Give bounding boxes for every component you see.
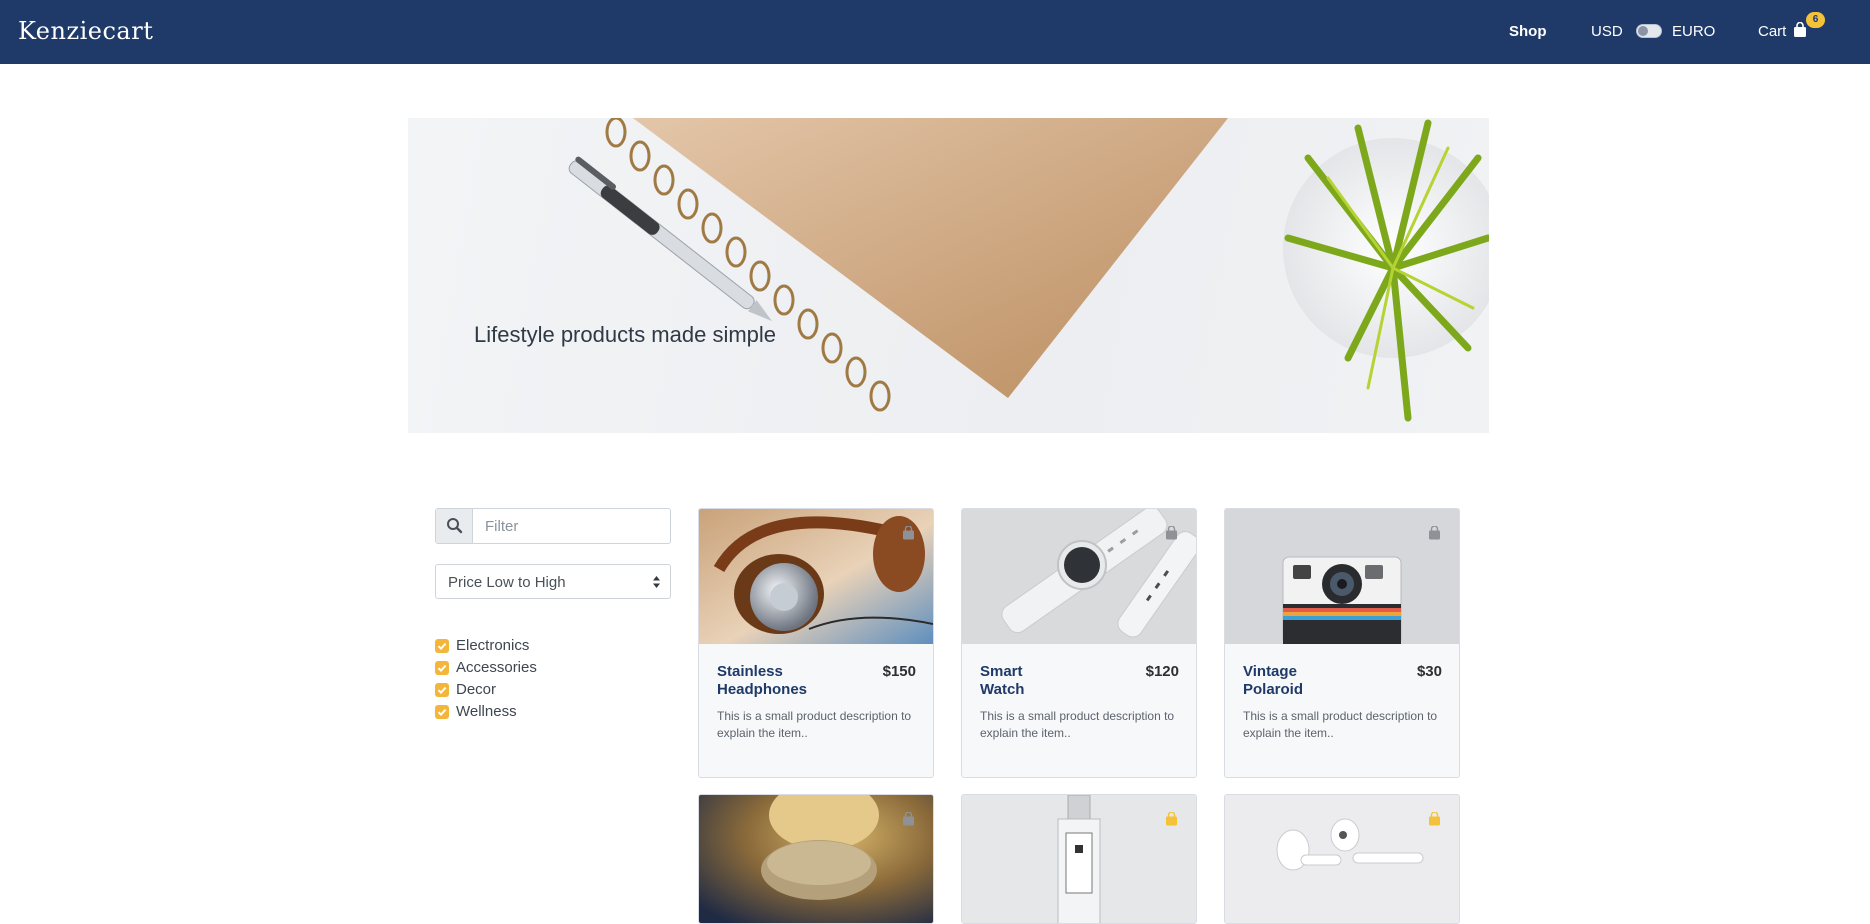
product-card[interactable]: Vintage Polaroid $30 This is a small pro… — [1224, 508, 1460, 778]
category-electronics[interactable]: Electronics — [435, 636, 635, 658]
product-image-headphones[interactable] — [699, 509, 933, 644]
search-icon — [447, 518, 463, 534]
product-name[interactable]: Vintage Polaroid — [1243, 663, 1323, 699]
product-name[interactable]: Smart Watch — [980, 663, 1050, 699]
category-wellness[interactable]: Wellness — [435, 702, 635, 724]
sort-select[interactable]: Price Low to High — [435, 564, 671, 599]
add-to-cart-bag-icon[interactable] — [1165, 812, 1178, 826]
toggle-knob — [1638, 26, 1648, 36]
hero-image — [568, 118, 1489, 422]
product-price: $30 — [1416, 663, 1442, 680]
product-description: This is a small product description to e… — [717, 709, 912, 740]
category-accessories[interactable]: Accessories — [435, 658, 635, 680]
add-to-cart-bag-icon[interactable] — [1428, 812, 1441, 826]
sort-selected-value: Price Low to High — [448, 574, 566, 591]
product-card[interactable]: Smart Watch $120 This is a small product… — [961, 508, 1197, 778]
product-description: This is a small product description to e… — [1243, 709, 1438, 740]
hero-title: Lifestyle products made simple — [474, 322, 777, 347]
filter-search-group — [435, 508, 671, 544]
category-label: Wellness — [456, 703, 517, 720]
product-image-smart-watch[interactable] — [962, 509, 1196, 644]
checkbox-checked-icon[interactable] — [435, 639, 449, 653]
product-image-polaroid[interactable] — [1225, 509, 1459, 644]
product-card[interactable]: Stainless Headphones $150 This is a smal… — [698, 508, 934, 778]
top-navbar: Kenziecart Shop USD EURO Cart 6 — [0, 0, 1870, 64]
checkbox-checked-icon[interactable] — [435, 705, 449, 719]
search-addon — [436, 509, 473, 543]
cart-count-badge: 6 — [1806, 12, 1825, 28]
add-to-cart-bag-icon[interactable] — [1165, 526, 1178, 540]
category-label: Accessories — [456, 659, 537, 676]
category-decor[interactable]: Decor — [435, 680, 635, 702]
currency-euro-label: EURO — [1672, 23, 1716, 40]
checkbox-checked-icon[interactable] — [435, 661, 449, 675]
add-to-cart-bag-icon[interactable] — [902, 812, 915, 826]
nav-shop-link[interactable]: Shop — [1509, 23, 1547, 40]
add-to-cart-bag-icon[interactable] — [902, 526, 915, 540]
currency-toggle[interactable] — [1636, 24, 1662, 38]
nav-cart-link[interactable]: Cart — [1758, 23, 1786, 40]
category-label: Decor — [456, 681, 497, 698]
shopping-bag-icon[interactable] — [1793, 22, 1807, 38]
currency-usd-label: USD — [1591, 23, 1623, 40]
brand-logo[interactable]: Kenziecart — [18, 17, 153, 45]
category-label: Electronics — [456, 637, 530, 654]
hero-banner: Lifestyle products made simple — [408, 118, 1489, 433]
checkbox-checked-icon[interactable] — [435, 683, 449, 697]
product-price: $120 — [1145, 663, 1179, 680]
product-name[interactable]: Stainless Headphones — [717, 663, 837, 699]
product-price: $150 — [882, 663, 916, 680]
select-caret-icon — [653, 576, 660, 588]
filter-search-input[interactable] — [474, 509, 670, 543]
product-description: This is a small product description to e… — [980, 709, 1175, 740]
add-to-cart-bag-icon[interactable] — [1428, 526, 1441, 540]
category-filter-list: Electronics Accessories Decor Wellness — [435, 636, 635, 724]
